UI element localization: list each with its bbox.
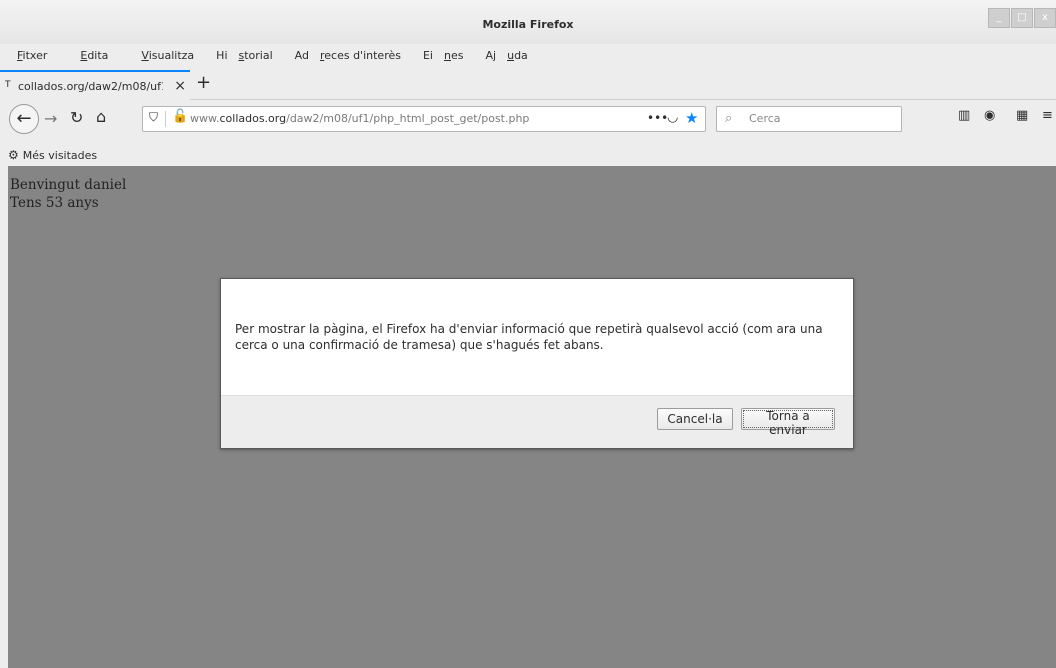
favicon-icon: T [5, 80, 11, 90]
page-actions-icon[interactable]: ••• [647, 111, 668, 125]
library-icon[interactable]: ▥ [958, 108, 970, 123]
tab-active[interactable]: T collados.org/daw2/m08/uf1/php_html_pos… [0, 70, 190, 100]
forward-icon[interactable]: → [44, 109, 57, 128]
account-icon[interactable]: ◉ [984, 108, 995, 123]
menu-edita[interactable]: Edita [69, 49, 119, 62]
resend-button[interactable]: Torna a enviar [741, 408, 835, 437]
menu-eines[interactable]: Ei nes [423, 49, 475, 62]
window-titlebar: Mozilla Firefox _ □ x [0, 0, 1056, 44]
tab-strip: T collados.org/daw2/m08/uf1/php_html_pos… [0, 70, 1056, 100]
window-controls: _ □ x [987, 8, 1056, 28]
close-tab-icon[interactable]: × [174, 78, 186, 94]
bookmark-most-visited[interactable]: Més visitades [23, 149, 97, 162]
maximize-button[interactable]: □ [1011, 8, 1033, 28]
page-text: Benvingut daniel Tens 53 anys [10, 176, 126, 212]
tracking-shield-icon[interactable]: ⛉ [149, 110, 158, 125]
close-window-button[interactable]: x [1034, 8, 1056, 28]
search-icon: ⌕ [725, 111, 733, 126]
menu-adreces-interes[interactable]: Ad reces d'interès [295, 49, 412, 62]
menu-ajuda[interactable]: Aj uda [485, 49, 538, 62]
url-text[interactable]: www.collados.org/daw2/m08/uf1/php_html_p… [190, 112, 529, 125]
menu-visualitza[interactable]: Visualitza [130, 49, 205, 62]
gear-icon: ⚙ [8, 148, 19, 162]
extensions-icon[interactable]: ▦ [1016, 108, 1028, 123]
menu-historial[interactable]: Hi storial [216, 49, 283, 62]
minimize-button[interactable]: _ [988, 8, 1010, 28]
search-input[interactable]: Cerca [749, 112, 781, 125]
url-bar[interactable]: ⛉ 🔓 www.collados.org/daw2/m08/uf1/php_ht… [142, 106, 706, 132]
dialog-message: Per mostrar la pàgina, el Firefox ha d'e… [235, 322, 823, 352]
welcome-text: Benvingut daniel [10, 177, 127, 193]
hamburger-menu-icon[interactable]: ≡ [1042, 108, 1053, 123]
new-tab-icon[interactable]: + [196, 72, 211, 93]
menu-bar: Fitxer Edita Visualitza Hi storial Ad rece… [0, 44, 1056, 66]
url-separator [165, 111, 166, 127]
dialog-footer: Cancel·la Torna a enviar [221, 395, 853, 448]
menu-fitxer[interactable]: Fitxer [6, 49, 58, 62]
reload-icon[interactable]: ↻ [70, 108, 83, 127]
search-bar[interactable]: ⌕ Cerca [716, 106, 902, 132]
insecure-lock-icon[interactable]: 🔓 [172, 109, 188, 124]
home-icon[interactable]: ⌂ [96, 107, 106, 126]
age-text: Tens 53 anys [10, 195, 99, 211]
cancel-button[interactable]: Cancel·la [657, 408, 733, 430]
window-title: Mozilla Firefox [482, 18, 574, 31]
tab-label: collados.org/daw2/m08/uf1/php_html_post_… [18, 79, 163, 93]
bookmark-star-icon[interactable]: ★ [685, 109, 698, 127]
bookmarks-toolbar: ⚙ Més visitades [0, 144, 1056, 166]
navigation-toolbar: ← → ↻ ⌂ ⛉ 🔓 www.collados.org/daw2/m08/uf… [0, 100, 1056, 144]
pocket-icon[interactable]: ◡ [667, 110, 678, 125]
back-button[interactable]: ← [9, 104, 39, 134]
resend-dialog: Per mostrar la pàgina, el Firefox ha d'e… [220, 278, 854, 449]
